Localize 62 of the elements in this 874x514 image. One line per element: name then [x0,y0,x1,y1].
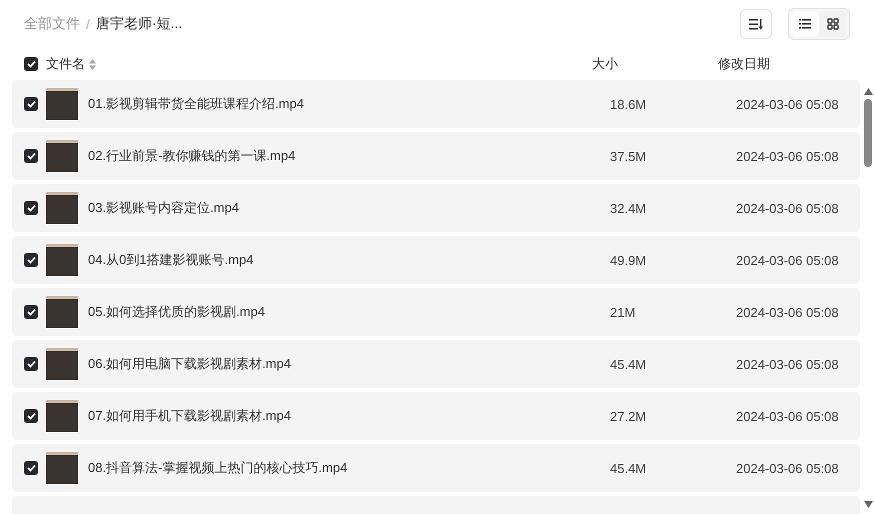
modified-date: 2024-03-06 05:08 [736,148,840,164]
scroll-up-icon[interactable] [864,88,872,95]
file-size: 27.2M [610,408,648,424]
file-size: 45.4M [610,356,648,372]
video-thumbnail [46,296,78,328]
breadcrumb-separator: / [86,16,90,32]
file-row[interactable]: 02.行业前景-教你赚钱的第一课.mp4 37.5M 2024-03-06 05:08 [12,132,860,180]
checkbox[interactable] [24,253,38,267]
file-name: 07.如何用手机下载影视剧素材.mp4 [88,407,292,425]
file-row[interactable]: 01.影视剪辑带货全能班课程介绍.mp4 18.6M 2024-03-06 05:08 [12,80,860,128]
checkbox[interactable] [24,201,38,215]
file-name: 06.如何用电脑下载影视剧素材.mp4 [88,355,292,373]
checkbox[interactable] [24,357,38,371]
checkbox[interactable] [24,149,38,163]
modified-date: 2024-03-06 05:08 [736,200,840,216]
file-name: 08.抖音算法-掌握视频上热门的核心技巧.mp4 [88,459,348,477]
file-name: 04.从0到1搭建影视账号.mp4 [88,251,254,269]
sort-icon [749,18,763,30]
video-thumbnail [46,348,78,380]
file-size: 45.4M [610,460,648,476]
file-row[interactable]: 07.如何用手机下载影视剧素材.mp4 27.2M 2024-03-06 05:08 [12,392,860,440]
file-row[interactable]: 05.如何选择优质的影视剧.mp4 21M 2024-03-06 05:08 [12,288,860,336]
file-name: 03.影视账号内容定位.mp4 [88,199,240,217]
column-header[interactable]: 大小 [592,55,718,73]
checkbox[interactable] [24,97,38,111]
file-row[interactable]: 04.从0到1搭建影视账号.mp4 49.9M 2024-03-06 05:08 [12,236,860,284]
file-size: 32.4M [610,200,648,216]
file-size: 37.5M [610,148,648,164]
column-header[interactable]: 修改日期 [718,55,858,73]
view-mode-button[interactable] [791,11,819,37]
scrollbar-thumb[interactable] [864,99,872,167]
video-thumbnail [46,88,78,120]
file-name: 02.行业前景-教你赚钱的第一课.mp4 [88,147,296,165]
modified-date: 2024-03-06 05:08 [736,408,840,424]
video-thumbnail [46,140,78,172]
breadcrumb-link[interactable]: 唐宇老师·短... [96,15,182,33]
checkbox[interactable] [24,57,38,71]
video-thumbnail [46,244,78,276]
modified-date: 2024-03-06 05:08 [736,252,840,268]
video-thumbnail [46,192,78,224]
modified-date: 2024-03-06 05:08 [736,96,840,112]
file-row[interactable]: 08.抖音算法-掌握视频上热门的核心技巧.mp4 45.4M 2024-03-06 05:08 [12,444,860,492]
video-thumbnail [46,400,78,432]
grid-icon [827,18,839,30]
scroll-down-icon[interactable] [864,501,872,508]
file-size: 49.9M [610,252,648,268]
modified-date: 2024-03-06 05:08 [736,356,840,372]
file-size: 18.6M [610,96,648,112]
checkbox[interactable] [24,461,38,475]
file-name: 01.影视剪辑带货全能班课程介绍.mp4 [88,95,305,113]
file-row[interactable]: 03.影视账号内容定位.mp4 32.4M 2024-03-06 05:08 [12,184,860,232]
sort-button[interactable] [740,9,772,39]
file-name: 05.如何选择优质的影视剧.mp4 [88,303,266,321]
video-thumbnail [46,452,78,484]
file-row[interactable]: 06.如何用电脑下载影视剧素材.mp4 45.4M 2024-03-06 05:08 [12,340,860,388]
list-icon [799,19,811,29]
checkbox[interactable] [24,305,38,319]
file-size: 21M [610,304,636,320]
checkbox[interactable] [24,409,38,423]
modified-date: 2024-03-06 05:08 [736,304,840,320]
column-header[interactable]: 文件名 [46,55,85,73]
modified-date: 2024-03-06 05:08 [736,460,840,476]
